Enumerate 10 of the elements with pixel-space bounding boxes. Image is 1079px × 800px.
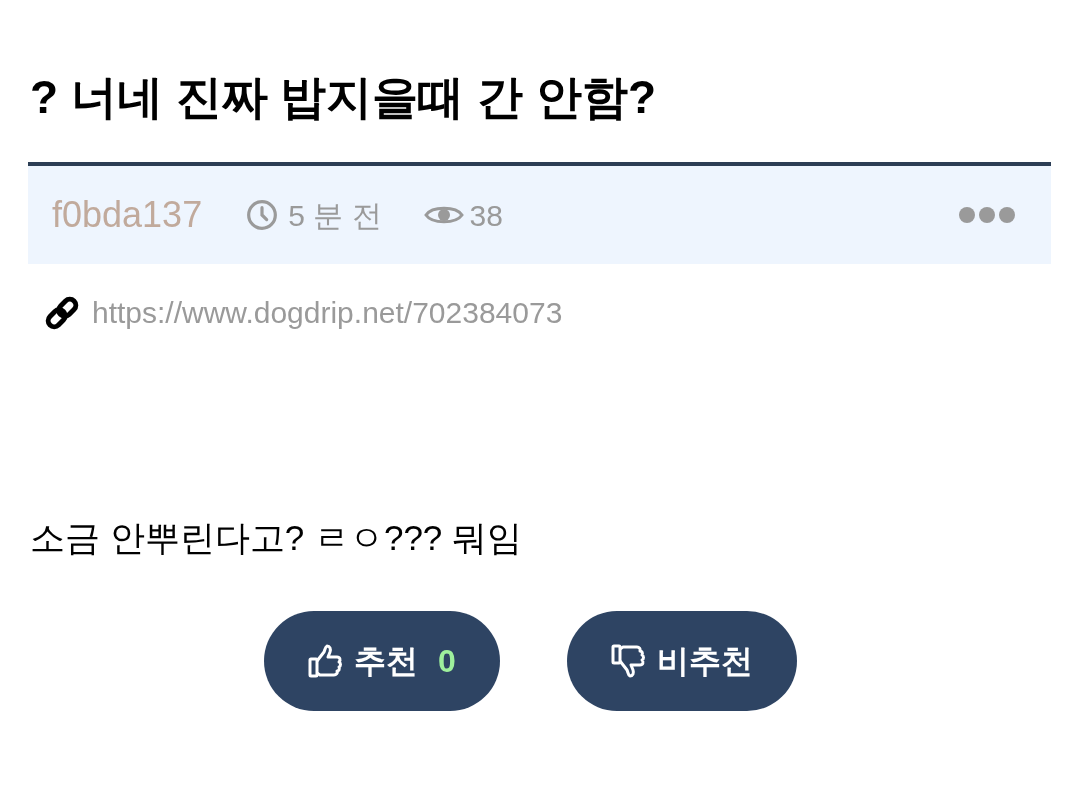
post-time: 5 분 전 — [288, 197, 382, 234]
post-body: 소금 안뿌린다고? ㄹㅇ??? 뭐임 — [29, 517, 524, 559]
clock-icon — [246, 199, 279, 231]
thumbs-up-icon — [308, 643, 345, 679]
more-icon[interactable] — [959, 207, 1015, 223]
downvote-button[interactable]: 비추천 — [566, 611, 797, 711]
upvote-button[interactable]: 추천 0 — [264, 611, 500, 711]
thumbs-down-icon — [610, 643, 647, 679]
post-title: ? 너네 진짜 밥지을때 간 안함? — [29, 70, 658, 125]
view-count: 38 — [469, 197, 503, 234]
